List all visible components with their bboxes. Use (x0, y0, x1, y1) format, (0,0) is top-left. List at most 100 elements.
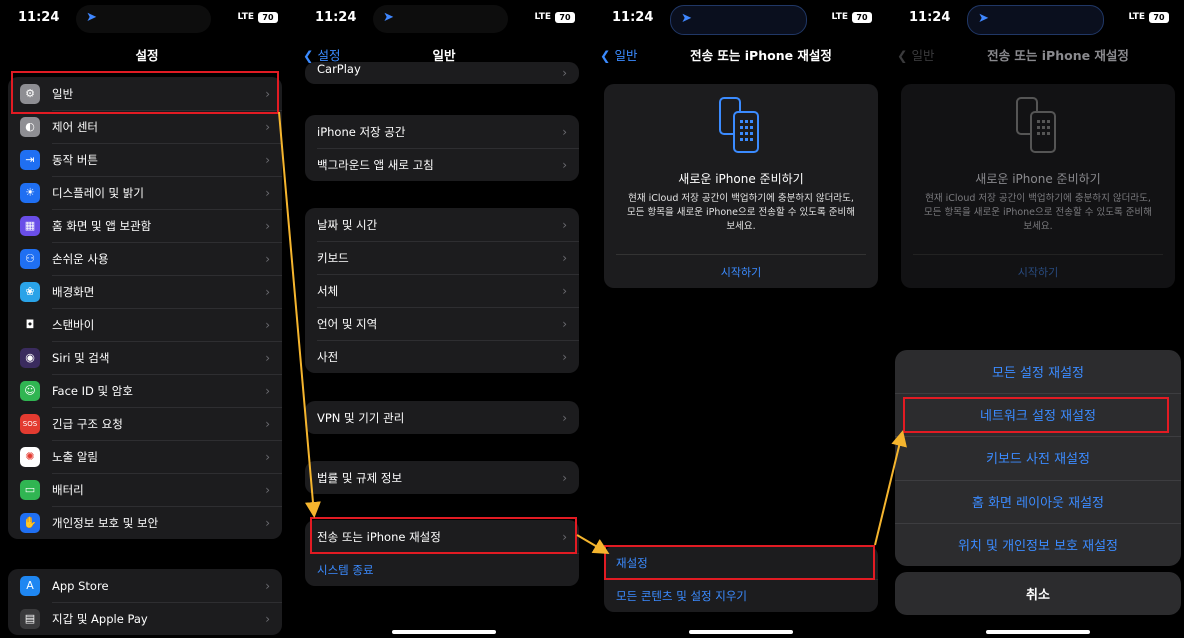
list-item-carplay[interactable]: CarPlay › (305, 62, 579, 84)
row-label: 손쉬운 사용 (52, 251, 109, 266)
get-started-button[interactable]: 시작하기 (604, 264, 878, 280)
legal-group: 법률 및 규제 정보 › (305, 461, 579, 494)
status-bar: 11:24 ➤ LTE 70 (891, 0, 1184, 38)
row-label: 동작 버튼 (52, 152, 98, 167)
list-item[interactable]: ▤ 지갑 및 Apple Pay › (8, 602, 282, 635)
sos-icon: SOS (20, 413, 40, 434)
storage-group: iPhone 저장 공간 › 백그라운드 앱 새로 고침 › (305, 115, 579, 181)
list-item[interactable]: ✺ 노출 알림 › (8, 440, 282, 473)
reset-option[interactable]: 키보드 사전 재설정 (895, 436, 1181, 479)
list-item[interactable]: 언어 및 지역 › (305, 307, 579, 340)
chevron-right-icon: › (265, 185, 270, 200)
battery-badge: 70 (852, 12, 872, 23)
row-label: VPN 및 기기 관리 (317, 410, 405, 425)
chevron-right-icon: › (562, 217, 567, 232)
row-label: App Store (52, 578, 109, 593)
chevron-right-icon: › (562, 316, 567, 331)
row-label: 키보드 (317, 250, 349, 265)
chevron-right-icon: › (265, 578, 270, 593)
list-item[interactable]: ▦ 홈 화면 및 앱 보관함 › (8, 209, 282, 242)
list-item[interactable]: ✋ 개인정보 보호 및 보안 › (8, 506, 282, 539)
chevron-right-icon: › (265, 152, 270, 167)
gear-icon: ⚙ (20, 83, 40, 104)
row-label: 디스플레이 및 밝기 (52, 185, 144, 200)
home-indicator (392, 630, 496, 634)
row-label: 법률 및 규제 정보 (317, 470, 403, 485)
row-label: Siri 및 검색 (52, 350, 110, 365)
list-item[interactable]: ☀ 디스플레이 및 밝기 › (8, 176, 282, 209)
list-item[interactable]: A App Store › (8, 569, 282, 602)
list-item[interactable]: ☺ Face ID 및 암호 › (8, 374, 282, 407)
row-label: 배터리 (52, 482, 84, 497)
list-item[interactable]: ◘ 스탠바이 › (8, 308, 282, 341)
dynamic-island: ➤ (76, 5, 211, 33)
hand-icon: ✋ (20, 512, 40, 533)
list-item[interactable]: 법률 및 규제 정보 › (305, 461, 579, 494)
prepare-new-iphone-card: 새로운 iPhone 준비하기 현재 iCloud 저장 공간이 백업하기에 충… (604, 84, 878, 288)
chevron-right-icon: › (562, 470, 567, 485)
reset-option[interactable]: 모든 설정 재설정 (895, 350, 1181, 393)
signal-label: LTE (831, 12, 848, 22)
dynamic-island: ➤ (967, 5, 1104, 35)
card-title: 새로운 iPhone 준비하기 (975, 172, 1101, 186)
row-label: 지갑 및 Apple Pay (52, 611, 148, 626)
list-item-reset[interactable]: 재설정 (604, 546, 878, 579)
row-label: 노출 알림 (52, 449, 98, 464)
get-started-button[interactable]: 시작하기 (901, 264, 1175, 280)
list-item-erase-all[interactable]: 모든 콘텐츠 및 설정 지우기 (604, 579, 878, 612)
signal-label: LTE (534, 12, 551, 22)
row-label: 모든 콘텐츠 및 설정 지우기 (616, 588, 748, 603)
row-label: 백그라운드 앱 새로 고침 (317, 157, 434, 172)
back-button[interactable]: ❮ 일반 (600, 45, 637, 64)
list-item[interactable]: 날짜 및 시간 › (305, 208, 579, 241)
status-time: 11:24 (18, 10, 60, 25)
page-title: 설정 (135, 48, 159, 63)
reset-sheet-screen: 11:24 ➤ LTE 70 ❮ 일반 전송 또는 iPhone 재설정 새로운… (891, 0, 1184, 638)
navigation-arrow-icon: ➤ (978, 11, 989, 26)
exposure-icon: ✺ (20, 446, 40, 467)
reset-option[interactable]: 네트워크 설정 재설정 (895, 393, 1181, 436)
chevron-right-icon: › (265, 383, 270, 398)
list-item[interactable]: 서체 › (305, 274, 579, 307)
list-item[interactable]: 백그라운드 앱 새로 고침 › (305, 148, 579, 181)
transfer-reset-screen: 11:24 ➤ LTE 70 ❮ 일반 전송 또는 iPhone 재설정 새로운… (594, 0, 888, 638)
list-item[interactable]: ◐ 제어 센터 › (8, 110, 282, 143)
battery-badge: 70 (555, 12, 575, 23)
list-item[interactable]: ⚙ 일반 › (8, 77, 282, 110)
card-description: 현재 iCloud 저장 공간이 백업하기에 충분하지 않더라도, 모든 항목을… (923, 193, 1152, 232)
siri-icon: ◉ (20, 347, 40, 368)
list-item[interactable]: ⚇ 손쉬운 사용 › (8, 242, 282, 275)
reset-option[interactable]: 위치 및 개인정보 보호 재설정 (895, 522, 1181, 566)
list-item[interactable]: SOS 긴급 구조 요청 › (8, 407, 282, 440)
list-item[interactable]: ▭ 배터리 › (8, 473, 282, 506)
row-label: 개인정보 보호 및 보안 (52, 515, 159, 530)
navigation-arrow-icon: ➤ (681, 11, 692, 26)
settings-screen: 11:24 ➤ LTE 70 설정 ⚙ 일반 › ◐ 제어 센터 › ⇥ 동작 버튼 › ☀ 디스플… (0, 0, 294, 638)
list-item[interactable]: ❀ 배경화면 › (8, 275, 282, 308)
chevron-right-icon: › (265, 218, 270, 233)
row-label: 시스템 종료 (317, 562, 374, 577)
back-button[interactable]: ❮ 일반 (897, 45, 934, 64)
list-item-transfer-reset[interactable]: 전송 또는 iPhone 재설정 › (305, 520, 579, 553)
list-item[interactable]: 키보드 › (305, 241, 579, 274)
list-item[interactable]: VPN 및 기기 관리 › (305, 401, 579, 434)
list-item-shutdown[interactable]: 시스템 종료 (305, 553, 579, 586)
reset-option[interactable]: 홈 화면 레이아웃 재설정 (895, 479, 1181, 523)
row-label: 제어 센터 (52, 119, 98, 134)
row-label: 사전 (317, 349, 339, 364)
list-item[interactable]: ⇥ 동작 버튼 › (8, 143, 282, 176)
chevron-right-icon: › (562, 250, 567, 265)
row-label: Face ID 및 암호 (52, 383, 133, 398)
cancel-button[interactable]: 취소 (895, 572, 1181, 615)
row-label: 배경화면 (52, 284, 95, 299)
list-item[interactable]: 사전 › (305, 340, 579, 373)
reset-group: 전송 또는 iPhone 재설정 › 시스템 종료 (305, 520, 579, 586)
faceid-icon: ☺ (20, 380, 40, 401)
reset-action-sheet: 모든 설정 재설정 네트워크 설정 재설정 키보드 사전 재설정 홈 화면 레이아웃 … (895, 350, 1181, 566)
navigation-arrow-icon: ➤ (383, 10, 394, 25)
card-title: 새로운 iPhone 준비하기 (678, 172, 804, 186)
list-item[interactable]: ◉ Siri 및 검색 › (8, 341, 282, 374)
home-grid-icon: ▦ (20, 215, 40, 236)
signal-label: LTE (1128, 12, 1145, 22)
list-item[interactable]: iPhone 저장 공간 › (305, 115, 579, 148)
